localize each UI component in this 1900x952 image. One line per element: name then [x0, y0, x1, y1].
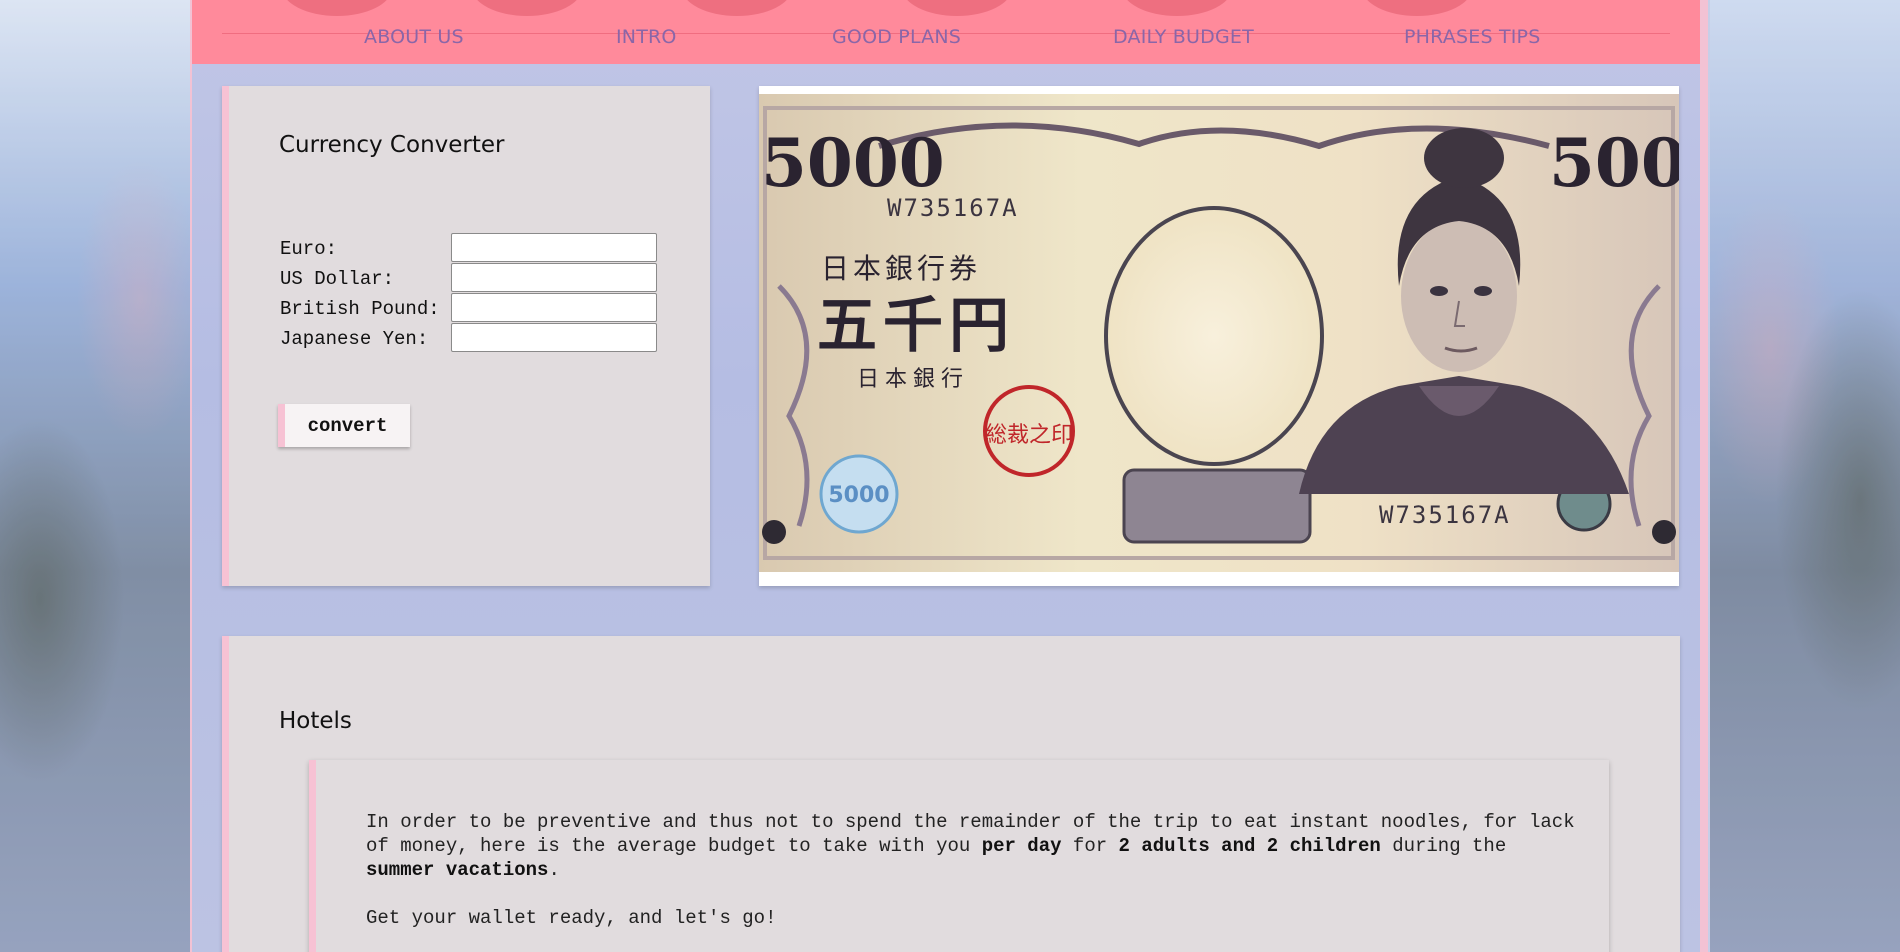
- bank-text: 日本銀行: [857, 367, 969, 392]
- gbp-label: British Pound:: [280, 298, 440, 320]
- nav-item-good-plans[interactable]: GOOD PLANS: [832, 26, 961, 48]
- corner-mark: [1652, 520, 1676, 544]
- converter-row-usd: US Dollar:: [280, 263, 680, 293]
- usd-input[interactable]: [451, 263, 657, 292]
- nav-bubble: [902, 0, 1012, 16]
- nav-bubble: [1122, 0, 1232, 16]
- jpy-label: Japanese Yen:: [280, 328, 429, 350]
- watermark-oval: [1104, 206, 1324, 466]
- converter-form: Euro: US Dollar: British Pound: Japanese…: [280, 233, 680, 353]
- wallet-ready-paragraph: Get your wallet ready, and let's go!: [366, 907, 777, 929]
- nav-item-about-us[interactable]: ABOUT US: [364, 26, 464, 48]
- convert-button[interactable]: convert: [278, 404, 410, 447]
- budget-emphasis-per-day: per day: [981, 835, 1062, 857]
- converter-row-euro: Euro:: [280, 233, 680, 263]
- jpy-input[interactable]: [451, 323, 657, 352]
- hotels-text: In order to be preventive and thus not t…: [366, 810, 1586, 952]
- converter-row-jpy: Japanese Yen:: [280, 323, 680, 353]
- banknote-illustration: 5000 5000 W735167A W735167A 日本銀行券 五千円 日本…: [759, 94, 1679, 572]
- budget-text-part: for: [1061, 835, 1119, 857]
- nav-item-intro[interactable]: INTRO: [616, 26, 677, 48]
- usd-label: US Dollar:: [280, 268, 395, 290]
- value-text: 五千円: [817, 291, 1015, 361]
- bottom-center-ornament: [1122, 468, 1312, 544]
- euro-label: Euro:: [280, 238, 338, 260]
- seal-text: 総裁之印: [985, 423, 1073, 448]
- currency-converter-card: Currency Converter Euro: US Dollar: Brit…: [222, 86, 710, 586]
- converter-row-gbp: British Pound:: [280, 293, 680, 323]
- background-scenery-right: [1710, 0, 1900, 952]
- serial-number-top: W735167A: [887, 194, 1019, 222]
- nav-item-daily-budget[interactable]: DAILY BUDGET: [1113, 26, 1254, 48]
- denomination-top-left: 5000: [761, 124, 945, 202]
- budget-emphasis-family: 2 adults and 2 children: [1118, 835, 1381, 857]
- background-scenery-left: [0, 0, 190, 952]
- gbp-input[interactable]: [451, 293, 657, 322]
- nav-bubble: [472, 0, 582, 16]
- hotels-card: Hotels In order to be preventive and thu…: [222, 636, 1680, 952]
- issuer-text: 日本銀行券: [821, 252, 981, 285]
- converter-title: Currency Converter: [279, 132, 505, 158]
- hotels-budget-box: In order to be preventive and thus not t…: [309, 760, 1609, 952]
- budget-emphasis-season: summer vacations: [366, 859, 549, 881]
- nav-item-phrases-tips[interactable]: PHRASES TIPS: [1404, 26, 1540, 48]
- nav-list: ABOUT US INTRO GOOD PLANS DAILY BUDGET P…: [192, 26, 1700, 52]
- budget-text-part: during the: [1380, 835, 1507, 857]
- serial-number-bottom: W735167A: [1379, 501, 1511, 529]
- euro-input[interactable]: [451, 233, 657, 262]
- denomination-top-right: 5000: [1549, 124, 1679, 202]
- yen-banknote-image: 5000 5000 W735167A W735167A 日本銀行券 五千円 日本…: [759, 86, 1679, 586]
- hotels-title: Hotels: [279, 708, 352, 734]
- nav-bubble: [682, 0, 792, 16]
- top-navigation: ABOUT US INTRO GOOD PLANS DAILY BUDGET P…: [192, 0, 1700, 64]
- corner-mark: [762, 520, 786, 544]
- hologram-text: 5000: [828, 483, 889, 508]
- budget-intro-paragraph: In order to be preventive and thus not t…: [366, 810, 1586, 882]
- nav-bubble: [282, 0, 392, 16]
- nav-bubble: [1362, 0, 1472, 16]
- budget-text-part: .: [548, 859, 560, 881]
- page-container: ABOUT US INTRO GOOD PLANS DAILY BUDGET P…: [190, 0, 1708, 952]
